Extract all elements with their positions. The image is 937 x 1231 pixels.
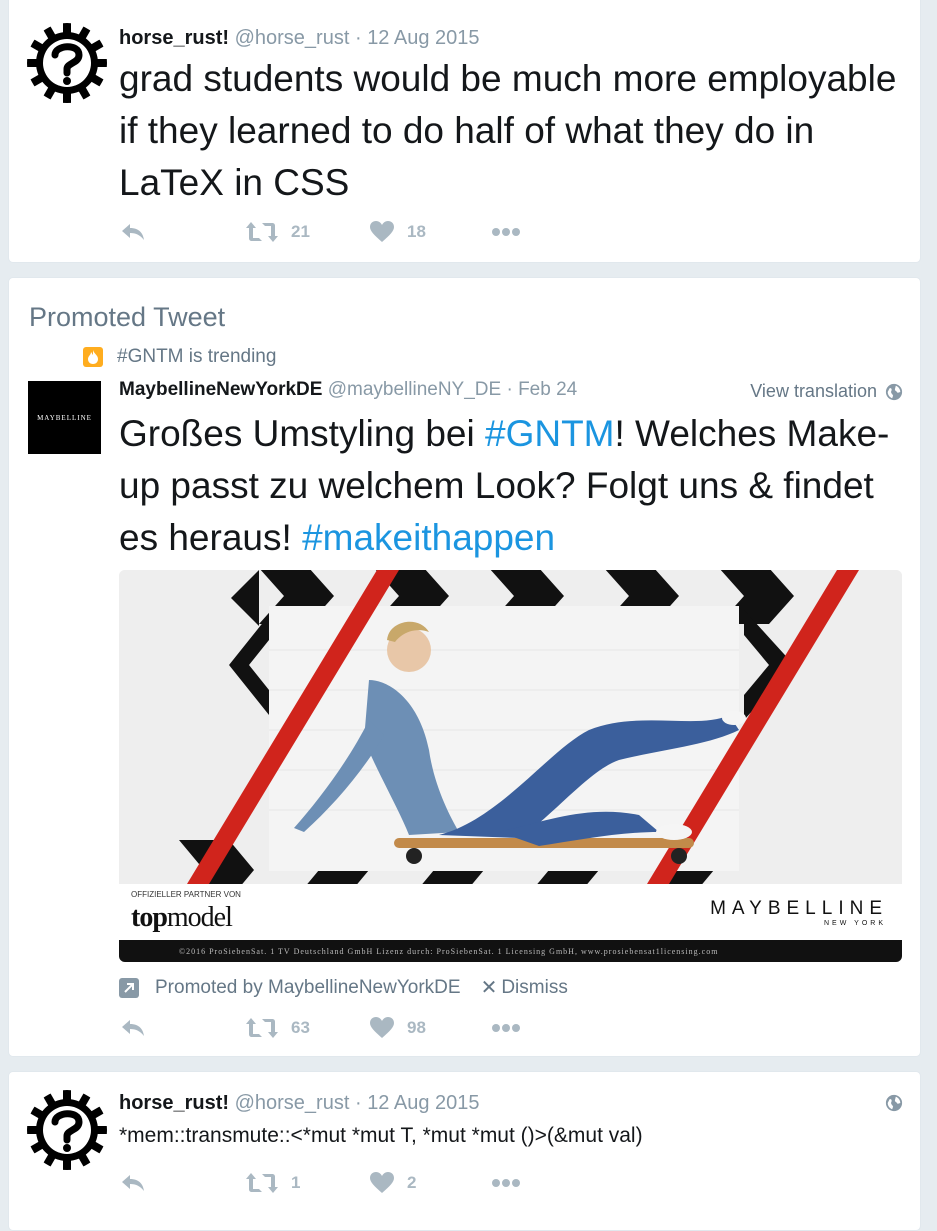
media-graphic [119,570,902,884]
tweet-text-part: Großes Umstyling bei [119,413,485,454]
user-handle[interactable]: @horse_rust [235,1092,350,1114]
tweet-media-image[interactable]: OFFIZIELLER PARTNER VON topmodel MAYBELL… [119,570,902,962]
tweet-date[interactable]: 12 Aug 2015 [367,27,479,49]
view-translation-link[interactable]: View translation [750,381,903,402]
tweet-text: *mem::transmute::<*mut *mut T, *mut *mut… [119,1124,643,1147]
more-button[interactable] [491,1013,521,1043]
separator: · [506,379,513,400]
rust-gear-avatar[interactable] [27,23,107,103]
topmodel-logo: topmodel [131,902,233,933]
maybelline-avatar[interactable]: MAYBELLINE [28,381,101,454]
retweet-button[interactable]: 1 [245,1168,300,1198]
reply-button[interactable] [119,1013,147,1043]
tweet-text: grad students would be much more employa… [119,58,897,203]
globe-icon[interactable] [885,1094,903,1112]
separator: · [354,27,362,49]
retweet-count: 1 [291,1173,301,1192]
like-button[interactable]: 18 [369,217,426,247]
retweet-count: 21 [291,222,310,241]
heart-icon [369,1016,395,1040]
reply-button[interactable] [119,1168,147,1198]
like-button[interactable]: 98 [369,1013,426,1043]
hashtag-link[interactable]: #GNTM [485,413,615,454]
user-handle[interactable]: @maybellineNY_DE [328,379,501,400]
promoted-arrow-icon [119,977,139,998]
retweet-icon [245,1016,279,1040]
tweet-actions: 1 2 [119,1168,619,1198]
user-name[interactable]: MaybellineNewYorkDE [119,379,322,400]
more-icon [491,1178,521,1188]
like-count: 2 [407,1173,417,1192]
view-translation-label: View translation [750,381,877,401]
user-handle[interactable]: @horse_rust [235,27,350,49]
retweet-button[interactable]: 63 [245,1013,310,1043]
more-icon [491,1023,521,1033]
separator: · [354,1092,362,1114]
retweet-icon [245,1171,279,1195]
globe-icon [885,383,903,401]
trending-context[interactable]: #GNTM is trending [83,346,276,368]
heart-icon [369,1171,395,1195]
dismiss-button[interactable]: ✕ Dismiss [481,975,568,1000]
tweet-header: horse_rust! @horse_rust · 12 Aug 2015 [119,27,480,50]
more-button[interactable] [491,217,521,247]
promoted-by-row: Promoted by MaybellineNewYorkDE ✕ Dismis… [119,975,568,1000]
like-button[interactable]: 2 [369,1168,416,1198]
heart-icon [369,220,395,244]
trending-text: #GNTM is trending [117,346,277,367]
more-icon [491,227,521,237]
tweet-actions: 63 98 [119,1013,619,1043]
promoted-tweet-card[interactable]: Promoted Tweet #GNTM is trending MAYBELL… [8,277,921,1057]
like-count: 18 [407,222,426,241]
retweet-icon [245,220,279,244]
reply-button[interactable] [119,217,147,247]
reply-icon [119,220,147,244]
dismiss-label: Dismiss [501,976,568,998]
maybelline-logo: MAYBELLINE [710,898,888,919]
user-name[interactable]: horse_rust! [119,27,229,49]
like-count: 98 [407,1018,426,1037]
partner-label: OFFIZIELLER PARTNER VON [131,890,241,899]
hashtag-link[interactable]: #makeithappen [302,517,555,558]
tweet-text: Großes Umstyling bei #GNTM! Welches Make… [119,408,909,564]
rust-gear-avatar[interactable] [27,1090,107,1170]
close-icon: ✕ [480,977,498,999]
tweet-header: horse_rust! @horse_rust · 12 Aug 2015 [119,1092,480,1115]
maybelline-sub-logo: NEW YORK [824,920,886,927]
flame-icon [83,347,103,367]
reply-icon [119,1171,147,1195]
retweet-button[interactable]: 21 [245,217,310,247]
tweet-date[interactable]: 12 Aug 2015 [367,1092,479,1114]
retweet-count: 63 [291,1018,310,1037]
more-button[interactable] [491,1168,521,1198]
tweet-card[interactable]: horse_rust! @horse_rust · 12 Aug 2015 gr… [8,0,921,263]
user-name[interactable]: horse_rust! [119,1092,229,1114]
tweet-card[interactable]: horse_rust! @horse_rust · 12 Aug 2015 *m… [8,1071,921,1231]
promoted-by-link[interactable]: Promoted by MaybellineNewYorkDE [155,977,461,999]
reply-icon [119,1016,147,1040]
tweet-actions: 21 18 [119,217,619,247]
tweet-header: MaybellineNewYorkDE @maybellineNY_DE · F… [119,379,577,401]
promoted-tweet-label: Promoted Tweet [29,302,226,332]
media-sponsor-footer: OFFIZIELLER PARTNER VON topmodel MAYBELL… [119,884,902,940]
avatar-logo-text: MAYBELLINE [37,413,92,422]
tweet-date[interactable]: Feb 24 [518,379,577,400]
copyright-strip: ©2016 ProSiebenSat. 1 TV Deutschland Gmb… [119,940,902,962]
